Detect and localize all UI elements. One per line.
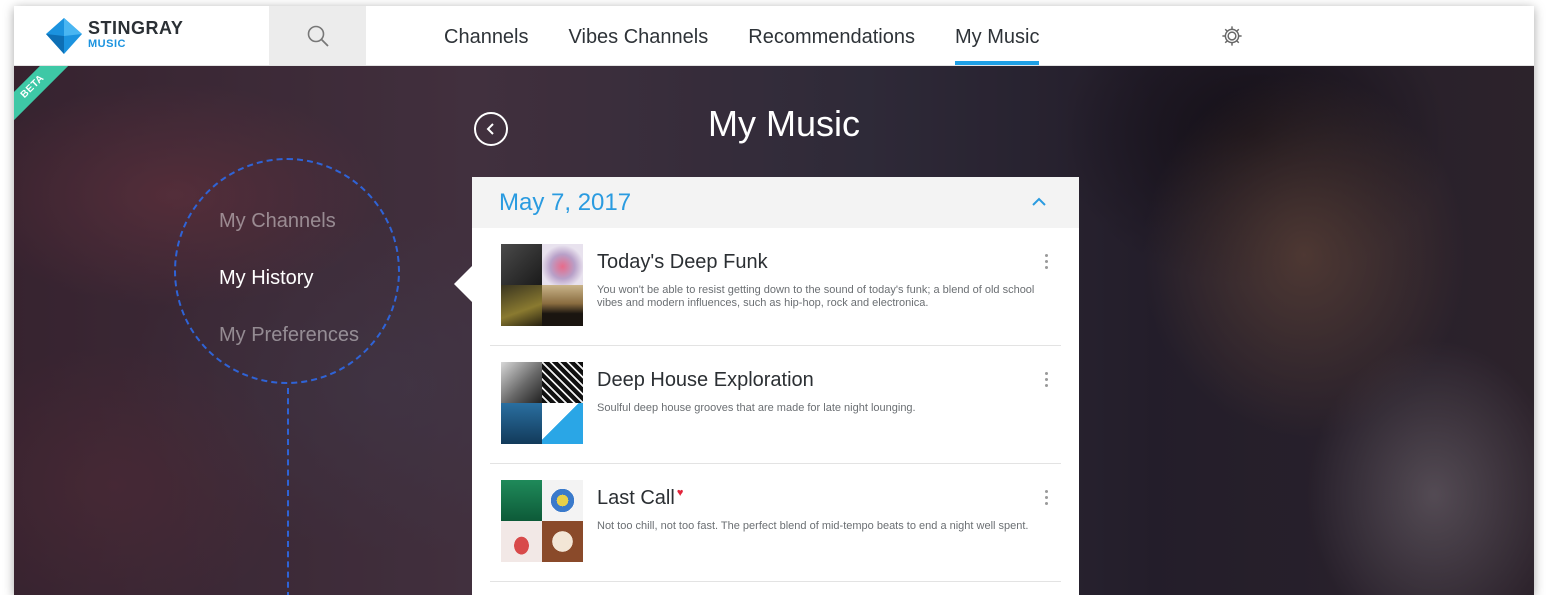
nav-my-music[interactable]: My Music [955,6,1040,65]
more-vertical-icon[interactable] [1045,372,1053,390]
more-vertical-icon[interactable] [1045,254,1053,272]
nav-channels[interactable]: Channels [444,6,529,65]
stingray-logo[interactable]: STINGRAY MUSIC [44,14,204,58]
history-date: May 7, 2017 [499,189,632,216]
channel-title: Last Call ♥ [597,487,684,509]
chevron-left-icon [486,123,494,135]
channel-description: Not too chill, not too fast. The perfect… [597,520,1029,532]
channel-row[interactable]: Today's Deep Funk You won't be able to r… [490,228,1061,346]
search-button[interactable] [269,6,366,65]
channel-artwork [501,362,583,444]
channel-title: Today's Deep Funk [597,251,768,273]
app-window: STINGRAY MUSIC Channels Vibes Channels R… [14,6,1534,595]
main-nav: Channels Vibes Channels Recommendations … [444,6,1079,65]
hero-background: BETA My Channels My History My Preferenc… [14,48,1534,595]
brand-sub: MUSIC [88,38,126,50]
sidebar-item-my-channels[interactable]: My Channels [219,210,336,233]
channel-title: Deep House Exploration [597,369,814,391]
channel-row[interactable]: Deep House Exploration Soulful deep hous… [490,346,1061,464]
search-icon [307,25,329,47]
nav-recommendations[interactable]: Recommendations [748,6,915,65]
nav-vibes-channels[interactable]: Vibes Channels [569,6,709,65]
gear-icon[interactable] [1221,25,1243,47]
back-button[interactable] [474,112,508,146]
channel-artwork [501,244,583,326]
heart-icon[interactable]: ♥ [677,487,684,499]
chevron-up-icon[interactable] [1032,197,1046,207]
history-date-header[interactable]: May 7, 2017 [472,177,1079,228]
channel-row[interactable]: Last Call ♥ Not too chill, not too fast. … [490,464,1061,582]
sidebar-item-my-history[interactable]: My History [219,267,313,290]
panel-pointer [454,266,472,302]
top-nav: STINGRAY MUSIC Channels Vibes Channels R… [14,6,1534,66]
menu-line-decoration [287,388,289,595]
sidebar-item-my-preferences[interactable]: My Preferences [219,324,359,347]
history-panel: May 7, 2017 Today's Deep Funk You won't … [472,177,1079,595]
brand-name: STINGRAY [88,18,184,38]
stingray-logo-icon [46,18,82,54]
more-vertical-icon[interactable] [1045,490,1053,508]
page-title: My Music [708,103,860,144]
channel-artwork [501,480,583,562]
channel-description: You won't be able to resist getting down… [597,284,1035,309]
channel-description: Soulful deep house grooves that are made… [597,402,916,414]
